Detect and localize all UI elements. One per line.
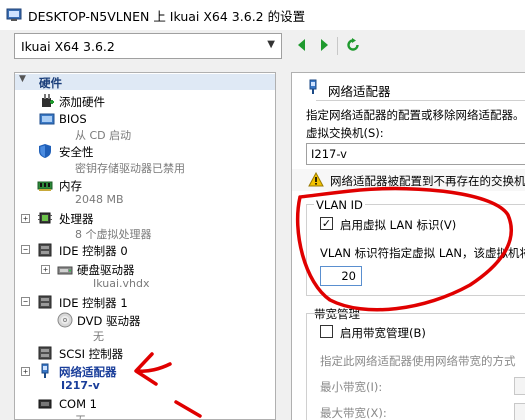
- switch-label: 虚拟交换机(S):: [306, 126, 384, 140]
- vm-select-value: Ikuai X64 3.6.2: [21, 38, 115, 54]
- add-hardware-icon: [42, 94, 54, 107]
- tree-item-label: 网络适配器: [59, 365, 117, 379]
- tree-item-label: 内存: [59, 179, 82, 193]
- tree-header-label: 硬件: [39, 76, 62, 90]
- tree-header-hardware[interactable]: ▼ 硬件: [15, 74, 275, 90]
- tree-item-sub: Ikuai.vhdx: [93, 277, 150, 290]
- tree-item-dvd-drive[interactable]: DVD 驱动器 无: [15, 311, 275, 343]
- tree-item-label: 处理器: [59, 212, 94, 226]
- bandwidth-help-text: 指定此网络适配器使用网络带宽的方式: [320, 354, 516, 368]
- vlan-enable-checkbox[interactable]: ✓: [320, 217, 333, 230]
- tree-item-security[interactable]: 安全性 密钥存储驱动器已禁用: [15, 142, 275, 176]
- network-adapter-panel: 网络适配器 指定网络适配器的配置或移除网络适配器。 虚拟交换机(S): I217…: [291, 72, 525, 420]
- bandwidth-enable-checkbox[interactable]: [320, 325, 333, 338]
- com-port-icon: [38, 399, 52, 409]
- tree-item-network-adapter[interactable]: + 网络适配器 I217-v: [15, 362, 275, 394]
- tree-item-label: 安全性: [59, 145, 94, 159]
- collapse-caret-icon[interactable]: ▼: [19, 74, 26, 84]
- virtual-switch-select[interactable]: I217-v: [306, 143, 525, 165]
- tree-item-sub: 无: [93, 330, 104, 343]
- virtual-switch-value: I217-v: [311, 147, 347, 161]
- panel-title-divider: [316, 100, 525, 101]
- expand-plus-icon[interactable]: +: [41, 265, 50, 274]
- vlan-enable-label: 启用虚拟 LAN 标识(V): [340, 218, 457, 232]
- bandwidth-enable-label: 启用带宽管理(B): [340, 326, 426, 340]
- collapse-minus-icon[interactable]: −: [21, 245, 30, 254]
- tree-item-bios[interactable]: BIOS 从 CD 启动: [15, 110, 275, 142]
- tree-item-add-hardware[interactable]: 添加硬件: [15, 92, 275, 110]
- vlan-help-text: VLAN 标识符指定虚拟 LAN，该虚拟机将: [320, 246, 525, 260]
- tree-item-memory[interactable]: 内存 2048 MB: [15, 176, 275, 208]
- toolbar: Ikuai X64 3.6.2 ▼: [0, 30, 525, 64]
- tree-item-label: BIOS: [59, 112, 87, 126]
- processor-icon: [38, 212, 52, 224]
- forward-arrow-icon[interactable]: [317, 38, 331, 52]
- tree-item-scsi-controller[interactable]: SCSI 控制器: [15, 344, 275, 362]
- warning-text: 网络适配器被配置到不再存在的交换机: [330, 174, 525, 188]
- tree-item-hard-drive[interactable]: + 硬盘驱动器 Ikuai.vhdx: [15, 260, 275, 292]
- chevron-down-icon: ▼: [267, 39, 275, 50]
- dvd-disc-icon: [57, 312, 73, 328]
- ide-controller-icon: [38, 243, 52, 257]
- back-arrow-icon[interactable]: [295, 38, 309, 52]
- tree-item-label: 硬盘驱动器: [77, 263, 135, 277]
- title-bar: DESKTOP-N5VLNEN 上 Ikuai X64 3.6.2 的设置: [0, 0, 525, 30]
- settings-window-icon: [6, 8, 22, 21]
- tree-item-label: IDE 控制器 0: [59, 244, 128, 258]
- expand-plus-icon[interactable]: +: [21, 367, 30, 376]
- tree-item-label: DVD 驱动器: [77, 314, 141, 328]
- tree-item-ide-controller-1[interactable]: − IDE 控制器 1: [15, 293, 275, 311]
- panel-description: 指定网络适配器的配置或移除网络适配器。: [306, 108, 525, 122]
- toolbar-separator: [337, 37, 338, 55]
- network-adapter-icon: [309, 79, 317, 94]
- hardware-tree: ▼ 硬件 添加硬件 BIOS 从 CD 启动 安全性 密钥存储驱动器已禁用 内存…: [14, 72, 276, 420]
- tree-item-sub: 密钥存储驱动器已禁用: [75, 162, 185, 175]
- collapse-minus-icon[interactable]: −: [21, 297, 30, 306]
- tree-item-label: IDE 控制器 1: [59, 296, 128, 310]
- ide-controller-icon: [38, 295, 52, 309]
- hard-drive-icon: [57, 266, 73, 275]
- scsi-controller-icon: [38, 346, 52, 360]
- memory-icon: [37, 181, 53, 191]
- network-adapter-icon: [41, 363, 49, 378]
- tree-item-sub: 2048 MB: [75, 193, 124, 206]
- warning-bar: 网络适配器被配置到不再存在的交换机: [292, 169, 525, 191]
- vlan-group-label: VLAN ID: [314, 198, 365, 212]
- tree-item-sub: 无: [75, 412, 86, 419]
- min-bandwidth-input[interactable]: [514, 377, 525, 395]
- expand-plus-icon[interactable]: +: [21, 214, 30, 223]
- warning-icon: [308, 172, 324, 187]
- tree-item-label: SCSI 控制器: [59, 347, 124, 361]
- tree-item-label: COM 1: [59, 397, 97, 411]
- max-bandwidth-label: 最大带宽(X):: [320, 406, 387, 420]
- tree-item-label: 添加硬件: [59, 95, 105, 109]
- tree-item-sub: 8 个虚拟处理器: [75, 228, 152, 241]
- min-bandwidth-label: 最小带宽(I):: [320, 380, 383, 394]
- shield-icon: [39, 144, 51, 158]
- tree-item-com1[interactable]: COM 1 无: [15, 395, 275, 419]
- refresh-icon[interactable]: [346, 38, 360, 52]
- window-title: DESKTOP-N5VLNEN 上 Ikuai X64 3.6.2 的设置: [28, 8, 306, 24]
- vm-select-dropdown[interactable]: Ikuai X64 3.6.2 ▼: [14, 33, 282, 59]
- bios-icon: [39, 113, 55, 125]
- panel-title: 网络适配器: [328, 84, 391, 99]
- max-bandwidth-input[interactable]: [514, 403, 525, 420]
- tree-item-ide-controller-0[interactable]: − IDE 控制器 0: [15, 241, 275, 259]
- vlan-id-input[interactable]: 20: [320, 266, 362, 286]
- tree-item-sub: 从 CD 启动: [75, 129, 132, 142]
- tree-item-processor[interactable]: + 处理器 8 个虚拟处理器: [15, 209, 275, 241]
- tree-item-sub: I217-v: [61, 379, 100, 392]
